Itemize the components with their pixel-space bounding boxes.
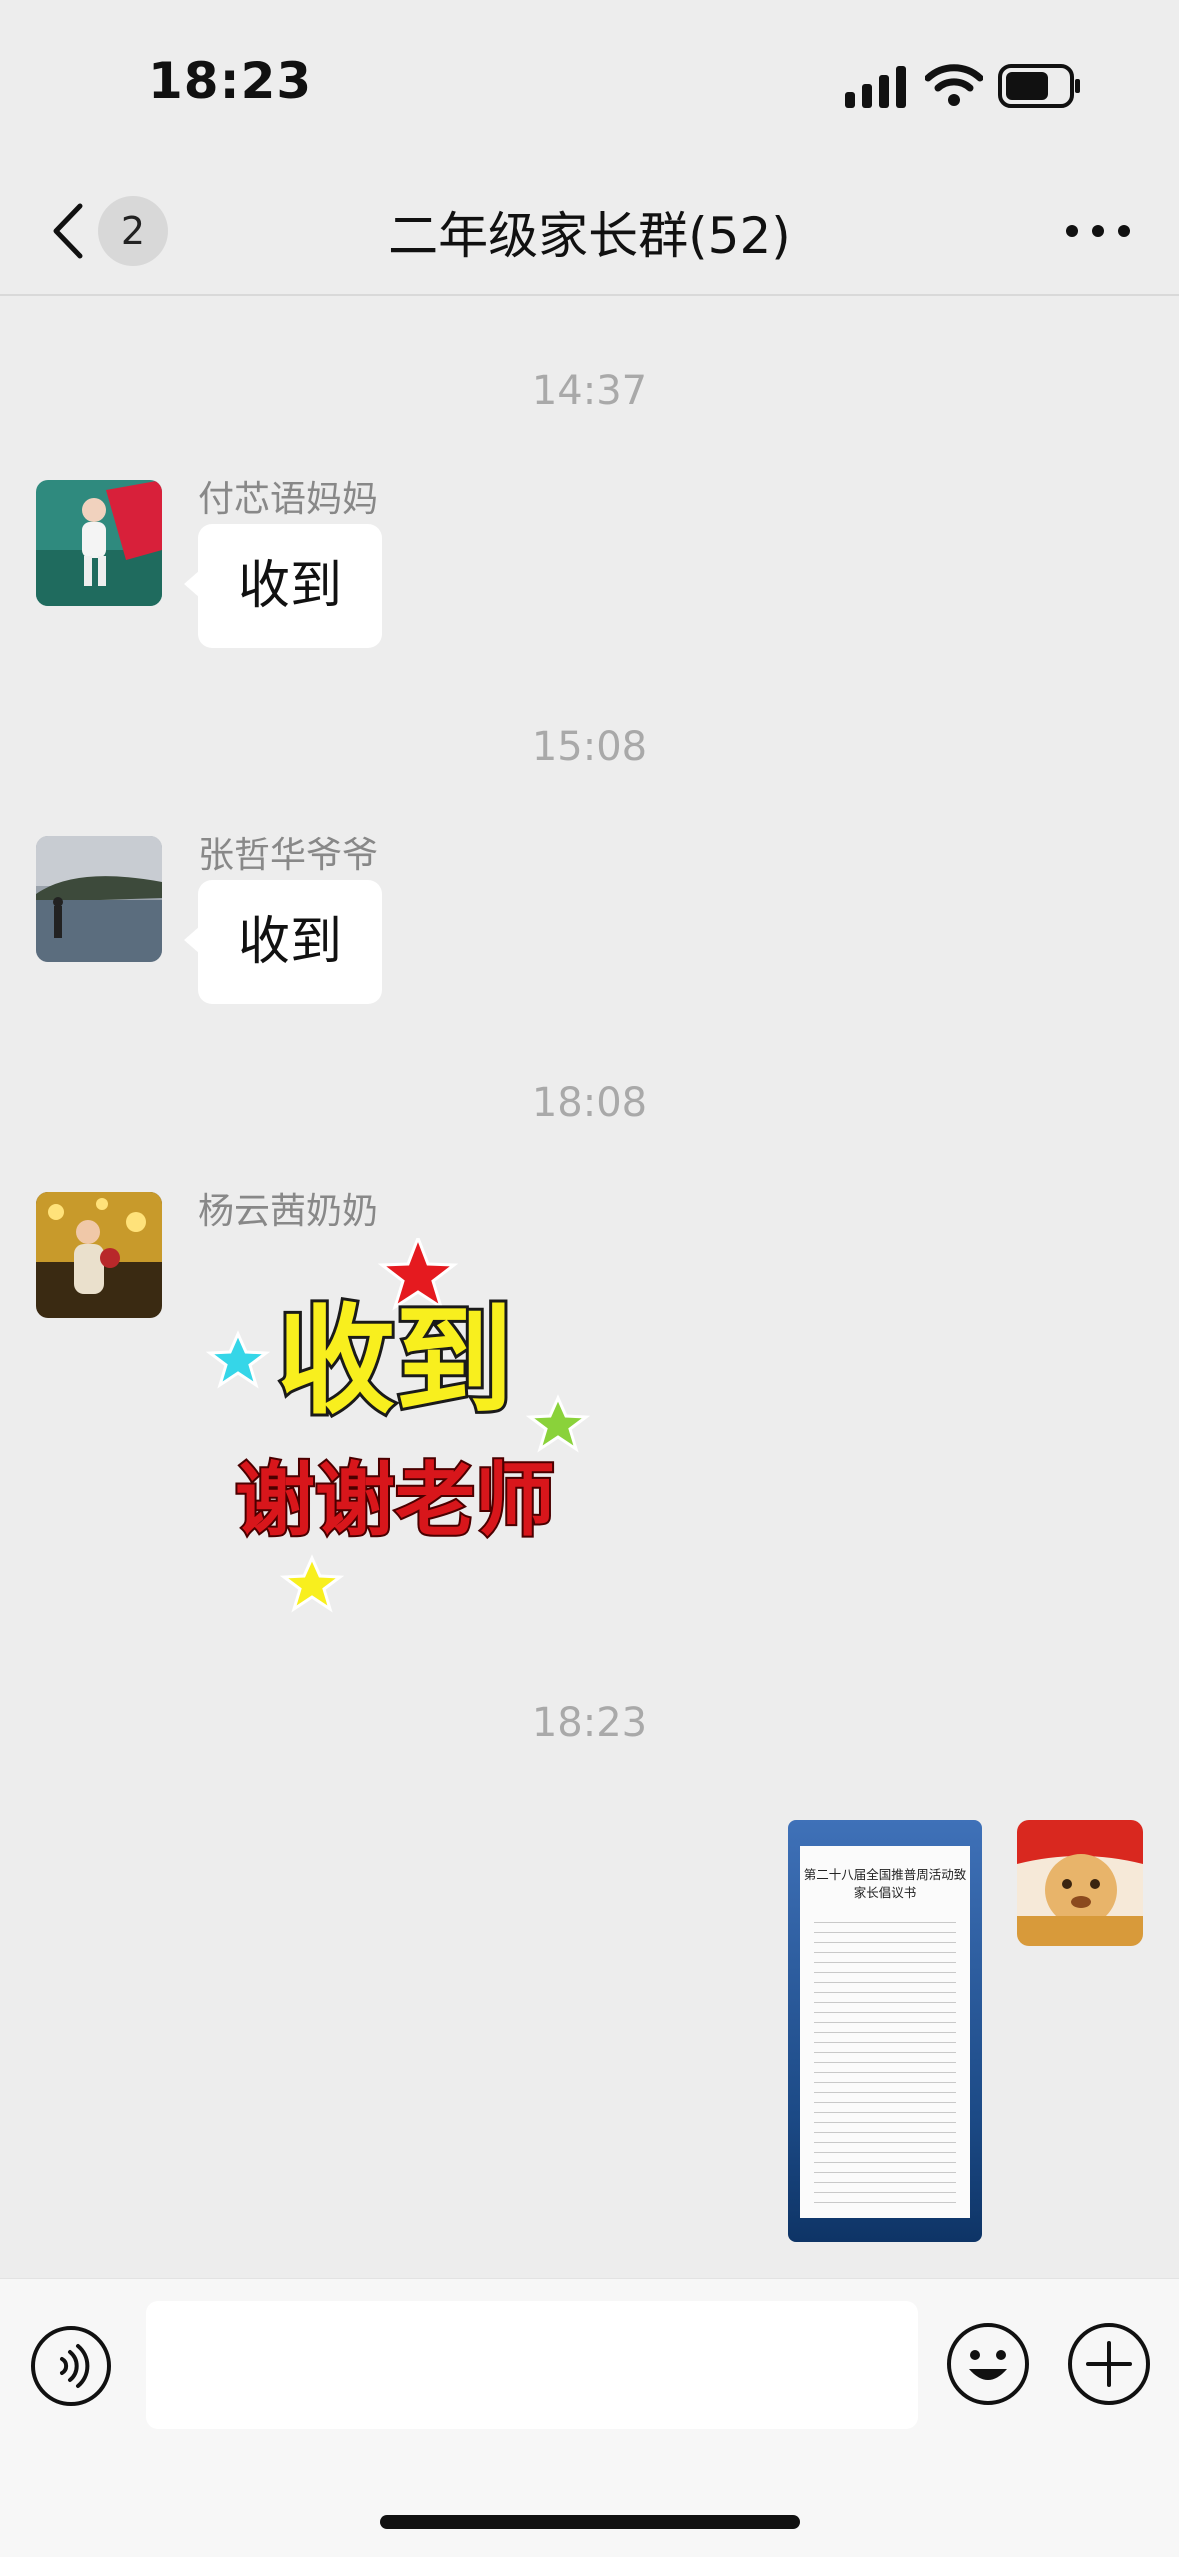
voice-button[interactable] <box>30 2325 112 2407</box>
more-dots-icon <box>1066 225 1130 237</box>
sticker-text-sub: 谢谢老师 <box>235 1454 555 1547</box>
self-avatar[interactable] <box>1017 1820 1143 1946</box>
time-divider: 18:23 <box>531 1700 648 1746</box>
star-yellow-icon <box>279 1554 345 1613</box>
wifi-icon <box>925 64 983 106</box>
avatar-image <box>36 836 162 962</box>
battery-icon <box>998 64 1080 108</box>
avatar-fuxinyu-mama[interactable] <box>36 480 162 606</box>
sender-name: 杨云茜奶奶 <box>198 1191 379 1232</box>
image-message[interactable]: 第二十八届全国推普周活动致家长倡议书 <box>788 1820 982 2242</box>
sticker-image: 收到 谢谢老师 <box>205 1233 591 1613</box>
chevron-left-icon <box>53 203 83 259</box>
sender-name: 张哲华爷爷 <box>198 835 379 876</box>
time-divider: 14:37 <box>531 368 648 414</box>
time-divider: 18:08 <box>531 1080 648 1126</box>
avatar-image <box>36 1192 162 1318</box>
star-green-icon <box>525 1394 591 1453</box>
home-indicator <box>380 2515 800 2529</box>
chat-header: 2 二年级家长群(52) <box>0 160 1179 296</box>
voice-icon <box>31 2326 111 2406</box>
status-time: 18:23 <box>148 52 313 110</box>
avatar-image <box>36 480 162 606</box>
unread-count-badge: 2 <box>98 196 168 266</box>
document-title: 第二十八届全国推普周活动致家长倡议书 <box>803 1867 967 1900</box>
avatar-yangyunqian-nainai[interactable] <box>36 1192 162 1318</box>
emoji-icon <box>947 2323 1029 2405</box>
more-button[interactable] <box>1058 196 1138 266</box>
document-preview: 第二十八届全国推普周活动致家长倡议书 <box>800 1846 970 2218</box>
plus-icon <box>1068 2323 1150 2405</box>
plus-button[interactable] <box>1066 2321 1152 2407</box>
status-bar: 18:23 <box>0 0 1179 160</box>
cellular-signal-icon <box>845 66 906 108</box>
emoji-button[interactable] <box>945 2321 1031 2407</box>
star-cyan-icon <box>205 1330 271 1389</box>
message-bubble[interactable]: 收到 <box>183 880 383 1004</box>
avatar-zhangzhehua-yeye[interactable] <box>36 836 162 962</box>
sender-name: 付芯语妈妈 <box>198 479 379 520</box>
sticker-text-main: 收到 <box>277 1292 513 1430</box>
message-bubble[interactable]: 收到 <box>183 524 383 648</box>
document-body-lines <box>814 1916 956 2206</box>
back-button[interactable]: 2 <box>40 196 180 266</box>
avatar-image <box>1017 1820 1143 1946</box>
sticker-message[interactable]: 收到 谢谢老师 <box>200 1233 600 1618</box>
message-input[interactable] <box>146 2301 918 2429</box>
time-divider: 15:08 <box>531 724 648 770</box>
